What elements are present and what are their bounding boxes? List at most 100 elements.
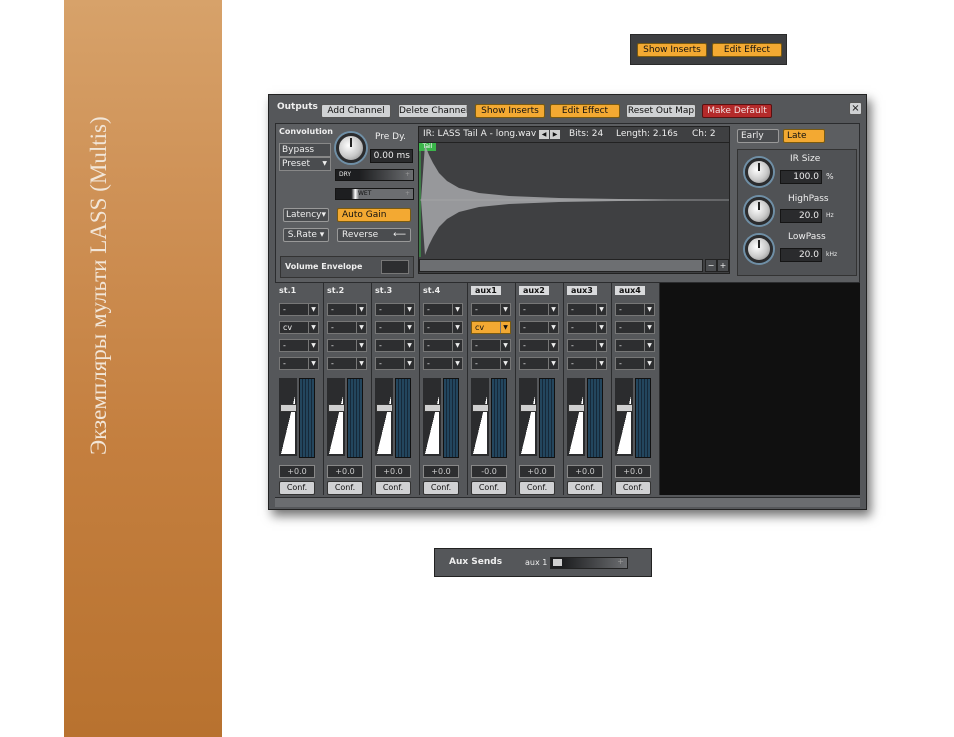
insert-slot[interactable]: - ▼ [567,303,607,316]
volume-fader[interactable] [279,378,297,456]
fader-handle[interactable] [568,404,585,412]
volume-fader[interactable] [423,378,441,456]
insert-slot[interactable]: - ▼ [615,303,655,316]
prev-ir-icon[interactable]: ◀ [539,130,549,139]
insert-slot[interactable]: - ▼ [471,339,511,352]
volume-fader[interactable] [519,378,537,456]
conf-button[interactable]: Conf. [471,481,507,495]
volume-fader[interactable] [615,378,633,456]
ir-size-value[interactable]: 100.0 [780,170,822,184]
volume-fader[interactable] [327,378,345,456]
late-tab[interactable]: Late [783,129,825,143]
conf-button[interactable]: Conf. [375,481,411,495]
insert-slot[interactable]: - ▼ [327,303,367,316]
insert-slot[interactable]: - ▼ [567,339,607,352]
insert-slot[interactable]: - ▼ [423,357,463,370]
insert-slot[interactable]: - ▼ [423,339,463,352]
insert-slot[interactable]: - ▼ [615,357,655,370]
dry-slider[interactable]: DRY + [335,169,414,181]
insert-slot[interactable]: - ▼ [327,357,367,370]
volume-fader[interactable] [375,378,393,456]
conf-button[interactable]: Conf. [615,481,651,495]
predelay-value[interactable]: 0.00 ms [370,149,413,163]
conf-button[interactable]: Conf. [567,481,603,495]
fader-handle[interactable] [472,404,489,412]
slider-handle[interactable] [553,559,562,566]
reset-out-map-button[interactable]: Reset Out Map [626,104,696,118]
fader-handle[interactable] [424,404,441,412]
insert-slot[interactable]: - ▼ [519,321,559,334]
auto-gain-toggle[interactable]: Auto Gain [337,208,411,222]
insert-slot[interactable]: - ▼ [375,357,415,370]
make-default-button[interactable]: Make Default [702,104,772,118]
zoom-in-button[interactable]: + [717,259,729,272]
volume-value[interactable]: +0.0 [519,465,555,478]
predelay-knob[interactable] [336,133,366,163]
conf-button[interactable]: Conf. [327,481,363,495]
ir-scrollbar[interactable] [419,259,703,272]
insert-slot[interactable]: - ▼ [519,357,559,370]
insert-slot[interactable]: - ▼ [279,357,319,370]
fader-handle[interactable] [328,404,345,412]
fader-handle[interactable] [376,404,393,412]
insert-slot[interactable]: - ▼ [279,303,319,316]
insert-slot[interactable]: - ▼ [567,321,607,334]
fader-handle[interactable] [616,404,633,412]
insert-slot[interactable]: - ▼ [471,357,511,370]
volume-value[interactable]: -0.0 [471,465,507,478]
insert-slot[interactable]: - ▼ [279,339,319,352]
lowpass-value[interactable]: 20.0 [780,248,822,262]
reverse-toggle[interactable]: Reverse ⟵ [337,228,411,242]
early-tab[interactable]: Early [737,129,779,143]
insert-slot[interactable]: - ▼ [519,303,559,316]
volume-value[interactable]: +0.0 [567,465,603,478]
conf-button[interactable]: Conf. [423,481,459,495]
lowpass-knob[interactable] [745,235,773,263]
samplerate-dropdown[interactable]: S.Rate ▾ [283,228,329,242]
insert-slot[interactable]: cv ▼ [279,321,319,334]
latency-dropdown[interactable]: Latency▾ [283,208,329,222]
insert-slot[interactable]: - ▼ [327,339,367,352]
volume-value[interactable]: +0.0 [279,465,315,478]
show-inserts-toolbar-button[interactable]: Show Inserts [475,104,545,118]
insert-slot[interactable]: - ▼ [375,339,415,352]
insert-slot[interactable]: - ▼ [327,321,367,334]
next-ir-icon[interactable]: ▶ [550,130,560,139]
close-icon[interactable]: × [849,102,862,115]
insert-slot[interactable]: - ▼ [519,339,559,352]
show-inserts-button[interactable]: Show Inserts [637,43,707,57]
aux-send-slider[interactable]: + [550,557,628,569]
edit-effect-button[interactable]: Edit Effect [712,43,782,57]
insert-slot[interactable]: - ▼ [375,321,415,334]
insert-slot[interactable]: - ▼ [423,303,463,316]
volume-value[interactable]: +0.0 [375,465,411,478]
insert-slot[interactable]: - ▼ [615,321,655,334]
insert-slot[interactable]: - ▼ [567,357,607,370]
bypass-button[interactable]: Bypass [279,143,331,157]
insert-slot[interactable]: - ▼ [615,339,655,352]
fader-handle[interactable] [520,404,537,412]
volume-envelope-toggle[interactable] [381,260,409,274]
ir-size-knob[interactable] [745,158,773,186]
insert-slot[interactable]: - ▼ [471,303,511,316]
insert-slot[interactable]: - ▼ [423,321,463,334]
add-channel-button[interactable]: Add Channel [321,104,391,118]
insert-slot[interactable]: cv ▼ [471,321,511,334]
volume-value[interactable]: +0.0 [423,465,459,478]
zoom-out-button[interactable]: − [705,259,717,272]
preset-dropdown[interactable]: Preset ▼ [279,157,331,171]
channel-strip: st.4 - ▼ - ▼ - ▼ - ▼ +0.0 Conf. [421,283,468,495]
delete-channel-button[interactable]: Delete Channel [398,104,468,118]
volume-value[interactable]: +0.0 [615,465,651,478]
volume-fader[interactable] [471,378,489,456]
volume-fader[interactable] [567,378,585,456]
wet-slider[interactable]: WET + [335,188,414,200]
highpass-knob[interactable] [745,197,773,225]
volume-value[interactable]: +0.0 [327,465,363,478]
conf-button[interactable]: Conf. [519,481,555,495]
fader-handle[interactable] [280,404,297,412]
insert-slot[interactable]: - ▼ [375,303,415,316]
conf-button[interactable]: Conf. [279,481,315,495]
highpass-value[interactable]: 20.0 [780,209,822,223]
edit-effect-toolbar-button[interactable]: Edit Effect [550,104,620,118]
